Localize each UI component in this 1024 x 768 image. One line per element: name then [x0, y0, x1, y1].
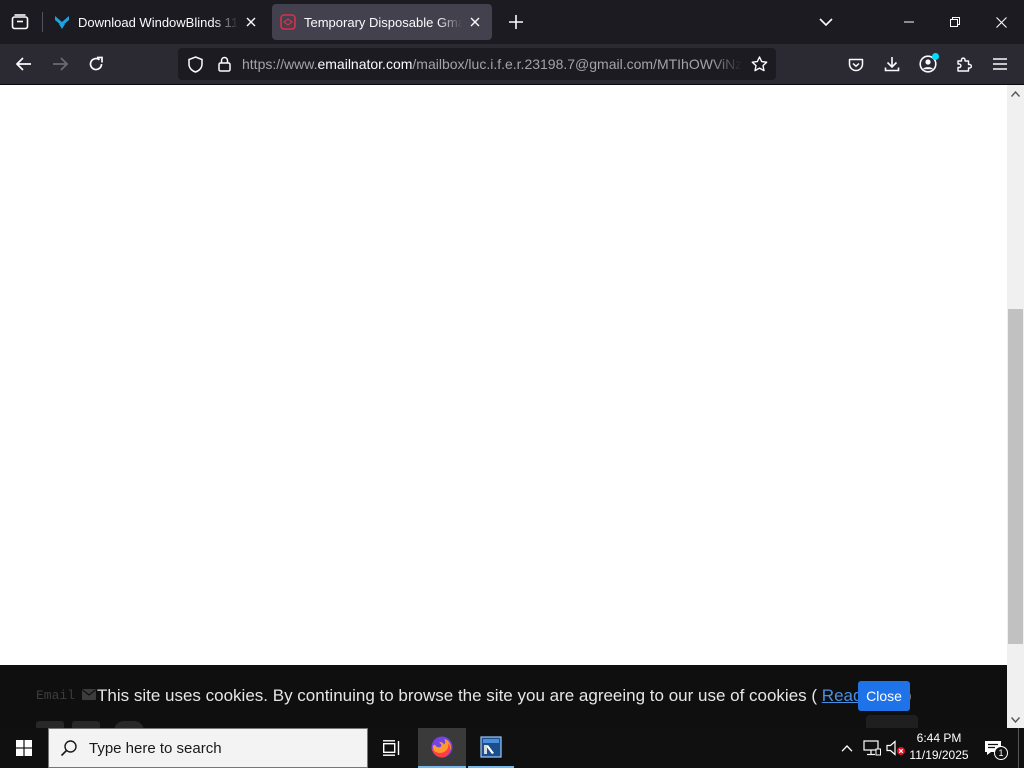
close-icon [246, 17, 256, 27]
tab-close-button[interactable] [242, 13, 260, 31]
extensions-button[interactable] [948, 48, 980, 80]
search-placeholder: Type here to search [89, 739, 222, 757]
show-hidden-icons-button[interactable] [836, 728, 858, 768]
volume-muted-icon [886, 740, 905, 756]
hamburger-menu-icon [993, 58, 1007, 70]
emailnator-icon [280, 14, 296, 30]
firefox-icon [431, 736, 453, 758]
window-close-button[interactable] [978, 0, 1024, 44]
downloads-button[interactable] [876, 48, 908, 80]
notification-count-badge: 1 [994, 746, 1008, 760]
reload-button[interactable] [80, 48, 112, 80]
taskbar-search-box[interactable]: Type here to search [48, 728, 368, 768]
download-icon [884, 57, 900, 72]
bookmark-button[interactable] [742, 56, 776, 72]
firefox-view-icon [11, 14, 29, 30]
star-icon [751, 56, 767, 72]
cookie-message: This site uses cookies. By continuing to… [97, 686, 912, 706]
windows-logo-icon [16, 740, 32, 756]
forward-arrow-icon [53, 57, 68, 71]
chevron-up-icon [1011, 90, 1020, 97]
url-text[interactable]: https://www.emailnator.com/mailbox/luc.i… [238, 56, 742, 72]
chevron-up-icon [841, 744, 853, 752]
firefox-view-button[interactable] [0, 0, 40, 44]
tab-emailnator[interactable]: Temporary Disposable Gmail | T [272, 4, 492, 40]
action-center-button[interactable]: 1 [978, 728, 1008, 768]
app-window-icon [480, 736, 502, 758]
windows-taskbar: Type here to search 6:44 PM 11/19/2025 1 [0, 728, 1024, 768]
cookie-banner: This site uses cookies. By continuing to… [0, 665, 1007, 728]
puzzle-icon [957, 57, 972, 72]
page-content: Email This site uses cookies. By continu… [0, 85, 1007, 728]
back-arrow-icon [16, 57, 31, 71]
taskbar-app[interactable] [468, 728, 514, 768]
taskbar-firefox[interactable] [418, 728, 466, 768]
network-status-button[interactable] [860, 728, 884, 768]
blue-download-arrow-icon [55, 16, 69, 29]
close-icon [995, 16, 1007, 28]
scroll-down-button[interactable] [1007, 711, 1024, 728]
account-button[interactable] [912, 48, 944, 80]
taskbar-clock[interactable]: 6:44 PM 11/19/2025 [904, 730, 974, 766]
tab-strip: Download WindowBlinds 11.0.7 Temporary D… [0, 0, 1024, 44]
navigation-toolbar: https://www.emailnator.com/mailbox/luc.i… [0, 44, 1024, 85]
tab-close-button[interactable] [466, 13, 484, 31]
notification-dot [932, 53, 939, 60]
scroll-up-button[interactable] [1007, 85, 1024, 102]
tab-title: Temporary Disposable Gmail | T [304, 14, 462, 30]
show-desktop-button[interactable] [1018, 728, 1024, 768]
task-view-button[interactable] [372, 728, 412, 768]
list-all-tabs-button[interactable] [812, 6, 840, 38]
chevron-down-icon [819, 18, 833, 26]
forward-button[interactable] [44, 48, 76, 80]
minimize-button[interactable] [886, 0, 932, 44]
url-domain: emailnator.com [317, 56, 413, 72]
shield-icon [187, 55, 203, 73]
app-menu-button[interactable] [984, 48, 1016, 80]
site-info-button[interactable] [210, 56, 238, 72]
vertical-scrollbar[interactable] [1007, 85, 1024, 728]
reload-icon [89, 56, 103, 71]
chevron-down-icon [1011, 716, 1020, 723]
url-prefix: https://www. [242, 56, 318, 72]
back-button[interactable] [8, 48, 40, 80]
start-button[interactable] [0, 728, 48, 768]
pocket-icon [848, 58, 864, 71]
minimize-icon [904, 21, 914, 23]
search-icon [49, 739, 89, 757]
tab-title: Download WindowBlinds 11.0.7 [78, 14, 238, 30]
cookie-text-before: This site uses cookies. By continuing to… [97, 686, 818, 705]
tracking-protection-button[interactable] [180, 55, 210, 73]
lock-icon [217, 56, 231, 72]
restore-button[interactable] [932, 0, 978, 44]
tab-windowblinds[interactable]: Download WindowBlinds 11.0.7 [46, 4, 268, 40]
network-icon [863, 740, 881, 756]
new-tab-button[interactable] [500, 6, 532, 38]
plus-icon [509, 15, 523, 29]
clock-time: 6:44 PM [916, 731, 962, 745]
cookie-close-button[interactable]: Close [858, 681, 910, 711]
url-path: /mailbox/luc.i.f.e.r.23198.7@gmail.com/M… [412, 56, 742, 72]
pocket-button[interactable] [840, 48, 872, 80]
task-view-icon [383, 740, 400, 756]
scroll-thumb[interactable] [1008, 309, 1023, 644]
clock-date: 11/19/2025 [909, 748, 969, 762]
restore-icon [950, 17, 960, 27]
tab-divider [42, 12, 43, 32]
close-icon [470, 17, 480, 27]
url-bar[interactable]: https://www.emailnator.com/mailbox/luc.i… [178, 48, 776, 80]
screen: Download WindowBlinds 11.0.7 Temporary D… [0, 0, 1024, 768]
